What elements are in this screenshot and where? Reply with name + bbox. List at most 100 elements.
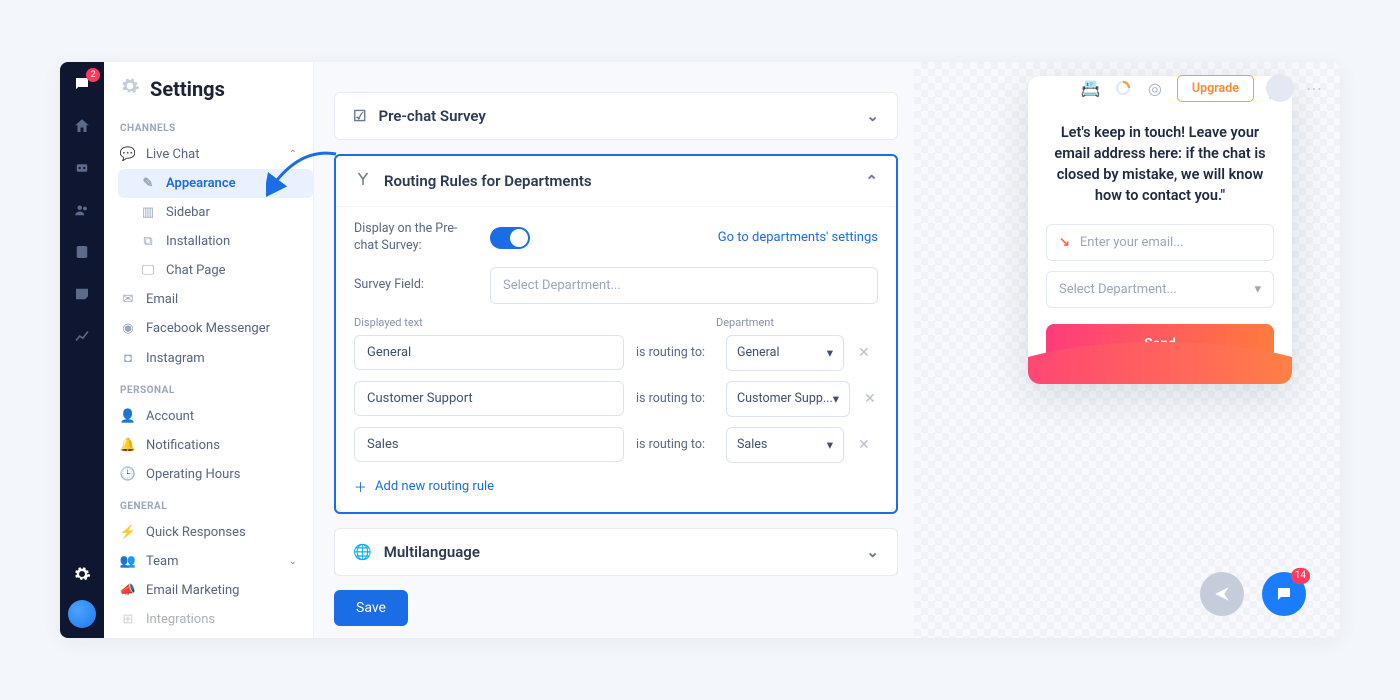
sidebar-item-email[interactable]: ✉Email: [104, 285, 313, 314]
widget-email-input[interactable]: ↘ Enter your email...: [1046, 224, 1274, 261]
sidebar-item-installation[interactable]: ⧉Installation: [118, 227, 313, 256]
fab-chat-badge: 14: [1291, 568, 1310, 584]
widget-preview: ✕ Let's keep in touch! Leave your email …: [914, 62, 1340, 638]
display-toggle[interactable]: [490, 227, 530, 249]
news-icon[interactable]: 📇: [1081, 78, 1101, 98]
fab-chat[interactable]: 14: [1262, 572, 1306, 616]
survey-field-select[interactable]: Select Department...: [490, 267, 878, 304]
remove-rule-icon[interactable]: ✕: [862, 391, 878, 407]
layout-icon: ▥: [140, 205, 156, 220]
panel-title: Routing Rules for Departments: [384, 172, 592, 190]
panel-multilanguage: 🌐 Multilanguage ⌄: [334, 528, 898, 576]
rail-book-icon[interactable]: [70, 240, 94, 264]
rule-text-input[interactable]: [354, 381, 624, 416]
save-button[interactable]: Save: [334, 590, 408, 626]
monitor-icon: 🖵: [140, 263, 156, 278]
chevron-down-icon: ⌄: [289, 556, 297, 567]
chevron-up-icon[interactable]: ⌃: [865, 172, 878, 190]
caret-down-icon: ▾: [827, 437, 833, 453]
instagram-icon: ◘: [120, 350, 136, 366]
puzzle-icon: ⊞: [120, 612, 136, 627]
sidebar-item-notifications[interactable]: 🔔Notifications: [104, 431, 313, 460]
sidebar-item-livechat[interactable]: 💬 Live Chat ⌃: [104, 140, 313, 169]
display-toggle-label: Display on the Pre-chat Survey:: [354, 221, 474, 255]
checklist-icon: ☑: [353, 107, 366, 125]
section-channels: CHANNELS: [104, 111, 313, 140]
sidebar-item-appearance[interactable]: ✎ Appearance: [118, 169, 313, 198]
chevron-down-icon[interactable]: ⌄: [866, 543, 879, 561]
gear-icon: [120, 76, 140, 101]
more-icon[interactable]: ⋯: [1306, 79, 1322, 98]
mail-icon: ✉: [120, 292, 136, 307]
sidebar-item-chatpage[interactable]: 🖵Chat Page: [118, 256, 313, 285]
panel-prechat: ☑ Pre-chat Survey ⌄: [334, 92, 898, 140]
rule-text-input[interactable]: [354, 335, 624, 370]
sidebar-item-emailmkt[interactable]: 📣Email Marketing: [104, 576, 313, 605]
remove-rule-icon[interactable]: ✕: [856, 345, 872, 361]
survey-field-label: Survey Field:: [354, 277, 474, 294]
rail-home-icon[interactable]: [70, 114, 94, 138]
usage-ring-icon[interactable]: [1113, 78, 1133, 98]
megaphone-icon: 📣: [120, 583, 136, 598]
rule-department-select[interactable]: General▾: [726, 335, 844, 371]
sidebar-item-instagram[interactable]: ◘Instagram: [104, 343, 313, 373]
rail-settings-icon[interactable]: [70, 562, 94, 586]
sidebar-item-facebook[interactable]: ◉Facebook Messenger: [104, 314, 313, 343]
page-title: Settings: [150, 77, 225, 101]
bolt-icon: ⚡: [120, 525, 136, 540]
widget-message: Let's keep in touch! Leave your email ad…: [1048, 122, 1272, 206]
rule-department-select[interactable]: Customer Supp...▾: [726, 381, 850, 417]
col-displayed-text: Displayed text: [354, 316, 636, 329]
sidebar-item-quick[interactable]: ⚡Quick Responses: [104, 518, 313, 547]
broadcast-icon[interactable]: ◎: [1145, 78, 1165, 98]
caret-down-icon: ▾: [1254, 282, 1261, 297]
sidebar-item-hours[interactable]: 🕒Operating Hours: [104, 460, 313, 489]
sidebar-item-sidebar[interactable]: ▥Sidebar: [118, 198, 313, 227]
fab-send[interactable]: [1200, 572, 1244, 616]
rail-chat-icon[interactable]: 2: [70, 72, 94, 96]
routing-rule-row: is routing to: General▾ ✕: [354, 335, 878, 371]
chevron-up-icon: ⌃: [289, 149, 297, 160]
sidebar-item-integrations[interactable]: ⊞Integrations: [104, 605, 313, 634]
col-department: Department: [716, 316, 878, 329]
routing-rule-row: is routing to:Customer Supp...▾✕: [354, 381, 878, 417]
chevron-down-icon[interactable]: ⌄: [866, 107, 879, 125]
rail-inbox-icon[interactable]: [70, 282, 94, 306]
rail-profile-icon[interactable]: [68, 600, 96, 628]
clock-icon: 🕒: [120, 467, 136, 482]
arrow-icon: ↘: [1059, 235, 1070, 250]
rail-bot-icon[interactable]: [70, 156, 94, 180]
widget-department-select[interactable]: Select Department... ▾: [1046, 271, 1274, 308]
upgrade-button[interactable]: Upgrade: [1177, 75, 1254, 102]
team-icon: 👥: [120, 554, 136, 569]
chat-widget-card: ✕ Let's keep in touch! Leave your email …: [1028, 76, 1292, 384]
panel-title: Multilanguage: [384, 543, 480, 561]
rail-analytics-icon[interactable]: [70, 324, 94, 348]
chat-bubble-icon: 💬: [120, 147, 136, 162]
add-rule-button[interactable]: ＋ Add new routing rule: [354, 473, 878, 496]
goto-departments-link[interactable]: Go to departments' settings: [718, 230, 878, 245]
settings-sidebar: Settings CHANNELS 💬 Live Chat ⌃ ✎ Appear…: [104, 62, 314, 638]
user-icon: 👤: [120, 409, 136, 424]
routing-rule-row: is routing to:Sales▾✕: [354, 427, 878, 463]
nav-rail: 2: [60, 62, 104, 638]
bell-icon: 🔔: [120, 438, 136, 453]
remove-rule-icon[interactable]: ✕: [856, 437, 872, 453]
rule-text-input[interactable]: [354, 427, 624, 462]
page-title-row: Settings: [104, 62, 313, 111]
avatar[interactable]: [1266, 74, 1294, 102]
caret-down-icon: ▾: [827, 345, 833, 361]
rule-department-select[interactable]: Sales▾: [726, 427, 844, 463]
plus-icon: ＋: [354, 477, 367, 496]
messenger-icon: ◉: [120, 321, 136, 336]
routing-icon: [354, 170, 372, 192]
pencil-icon: ✎: [140, 176, 156, 191]
settings-content: ☑ Pre-chat Survey ⌄ Routing Rules for De…: [314, 62, 914, 638]
sidebar-item-account[interactable]: 👤Account: [104, 402, 313, 431]
routing-to-label: is routing to:: [636, 345, 714, 360]
section-general: GENERAL: [104, 489, 313, 518]
panel-routing-rules: Routing Rules for Departments ⌃ Display …: [334, 154, 898, 514]
rail-contacts-icon[interactable]: [70, 198, 94, 222]
sidebar-item-team[interactable]: 👥Team⌄: [104, 547, 313, 576]
link-icon: ⧉: [140, 234, 156, 249]
